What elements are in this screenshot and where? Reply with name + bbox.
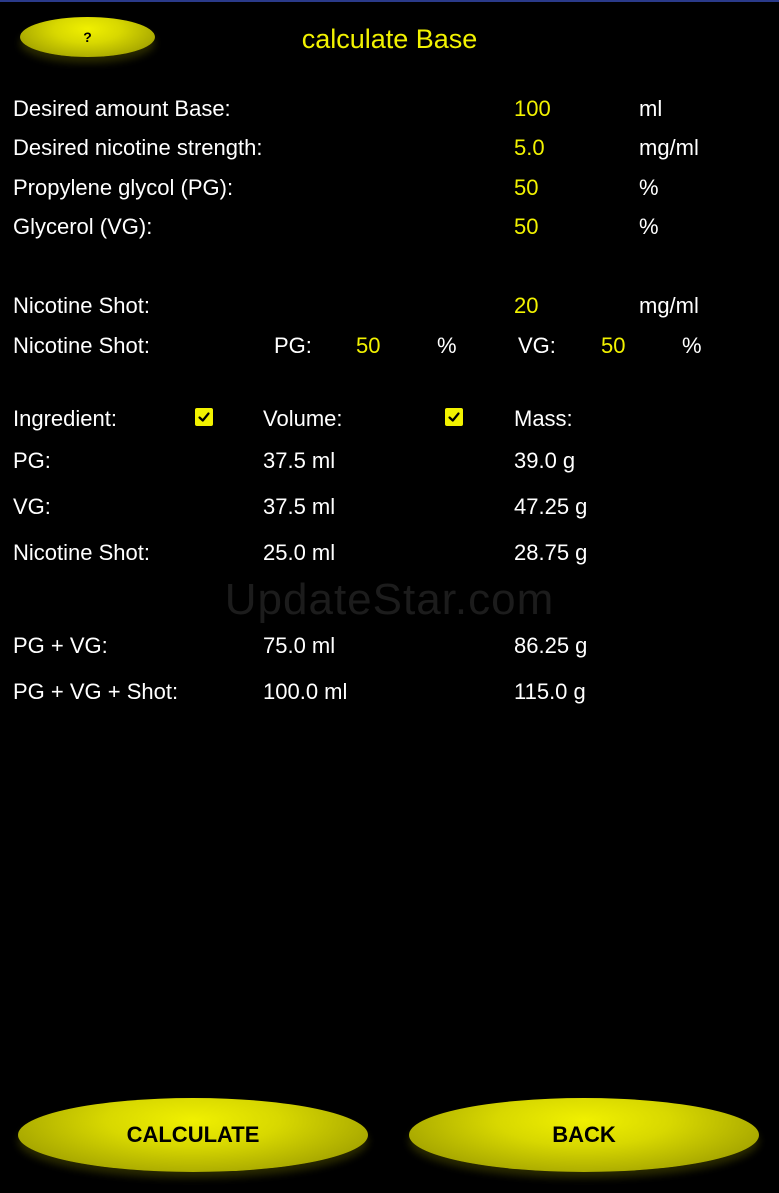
pg-input[interactable]: 50: [514, 177, 538, 199]
result-row-mass: 28.75 g: [514, 540, 588, 565]
result-row-name: PG:: [13, 448, 51, 473]
total-row-mass: 86.25 g: [514, 633, 588, 658]
nicotine-input[interactable]: 5.0: [514, 137, 545, 159]
result-row-volume: 37.5 ml: [263, 448, 336, 473]
volume-header: Volume:: [263, 406, 343, 431]
result-row-volume: 37.5 ml: [263, 494, 336, 519]
shot-pg-input[interactable]: 50: [356, 335, 380, 357]
amount-label: Desired amount Base:: [13, 96, 231, 121]
shot-pg-unit: %: [437, 333, 457, 358]
result-row-mass: 47.25 g: [514, 494, 588, 519]
shot-label: Nicotine Shot:: [13, 293, 150, 318]
shot-vg-label: VG:: [518, 333, 556, 358]
result-row-volume: 25.0 ml: [263, 540, 336, 565]
result-row-name: Nicotine Shot:: [13, 540, 150, 565]
pg-label: Propylene glycol (PG):: [13, 175, 234, 200]
ingredient-header: Ingredient:: [13, 406, 117, 431]
back-button[interactable]: BACK: [409, 1098, 759, 1172]
vg-unit: %: [639, 214, 659, 239]
shot-ratio-label: Nicotine Shot:: [13, 333, 150, 358]
result-row-mass: 39.0 g: [514, 448, 576, 473]
nicotine-label: Desired nicotine strength:: [13, 135, 263, 160]
total-row-volume: 75.0 ml: [263, 633, 336, 658]
amount-unit: ml: [639, 96, 663, 121]
nicotine-unit: mg/ml: [639, 135, 699, 160]
shot-input[interactable]: 20: [514, 295, 538, 317]
calculate-button[interactable]: CALCULATE: [18, 1098, 368, 1172]
mass-header: Mass:: [514, 406, 573, 431]
total-row-name: PG + VG:: [13, 633, 108, 658]
watermark: UpdateStar.com: [224, 575, 555, 624]
shot-vg-input[interactable]: 50: [601, 335, 625, 357]
mass-checkbox[interactable]: [445, 408, 463, 426]
total-row-name: PG + VG + Shot:: [13, 679, 179, 704]
amount-input[interactable]: 100: [514, 98, 551, 120]
total-row-mass: 115.0 g: [514, 679, 586, 704]
check-icon: [448, 412, 460, 422]
total-row-volume: 100.0 ml: [263, 679, 348, 704]
shot-pg-label: PG:: [274, 333, 312, 358]
shot-vg-unit: %: [682, 333, 702, 358]
check-icon: [198, 412, 210, 422]
vg-input[interactable]: 50: [514, 216, 538, 238]
vg-label: Glycerol (VG):: [13, 214, 153, 239]
pg-unit: %: [639, 175, 659, 200]
top-accent-line: [0, 0, 779, 2]
volume-checkbox[interactable]: [195, 408, 213, 426]
page-title: calculate Base: [301, 24, 478, 54]
shot-unit: mg/ml: [639, 293, 699, 318]
result-row-name: VG:: [13, 494, 51, 519]
